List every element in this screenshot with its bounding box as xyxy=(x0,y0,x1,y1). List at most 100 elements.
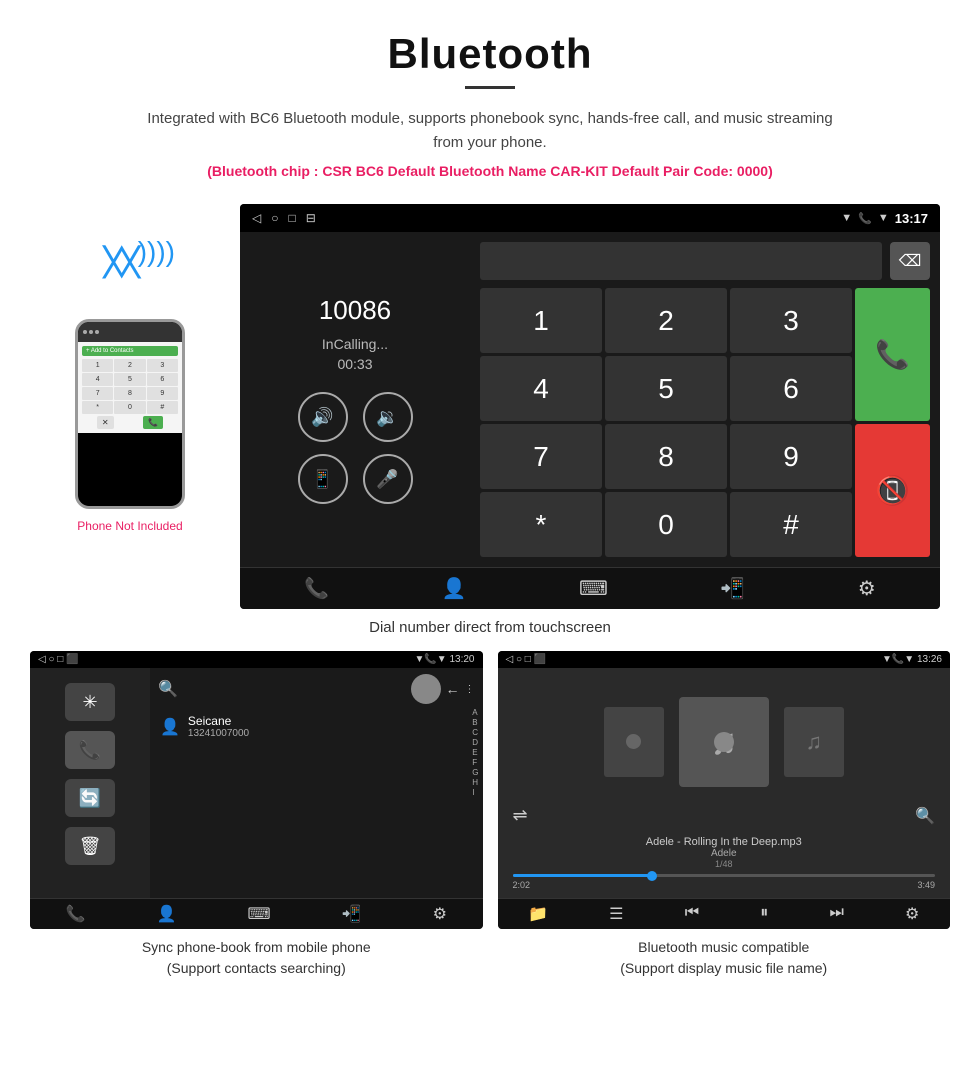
volume-up-btn[interactable]: 🔊 xyxy=(298,392,348,442)
call-nav-btn[interactable]: 📞 xyxy=(304,576,329,601)
page-description: Integrated with BC6 Bluetooth module, su… xyxy=(140,107,840,155)
pb-alpha-d[interactable]: D xyxy=(472,738,478,747)
pb-alpha-f[interactable]: F xyxy=(472,758,478,767)
pb-alpha-b[interactable]: B xyxy=(472,718,478,727)
dial-backspace-btn[interactable]: ⌫ xyxy=(890,242,930,280)
numpad-0[interactable]: 0 xyxy=(605,492,727,557)
bottom-screenshots: ◁ ○ □ ⬛ ▼📞▼ 13:20 ✳ 📞 🔄 🗑 🔍 xyxy=(0,651,980,979)
phonebook-caption-line1: Sync phone-book from mobile phone xyxy=(142,939,371,955)
numpad-cols: 1 2 3 4 5 6 7 8 9 * 0 # xyxy=(480,288,852,557)
settings-nav-btn[interactable]: ⚙ xyxy=(858,576,876,601)
music-progress-area: 2:02 3:49 xyxy=(498,874,951,898)
music-nav-eq-icon[interactable]: ⚙ xyxy=(905,904,919,924)
music-bottom-nav: 📁 ☰ ⏮ ⏸ ⏭ ⚙ xyxy=(498,898,951,929)
numpad-5[interactable]: 5 xyxy=(605,356,727,421)
music-nav-list-icon[interactable]: ☰ xyxy=(609,904,623,924)
pb-back-arrow[interactable]: ← xyxy=(446,681,460,697)
numpad-6[interactable]: 6 xyxy=(730,356,852,421)
page-header: Bluetooth Integrated with BC6 Bluetooth … xyxy=(0,0,980,204)
phonebook-screen: ◁ ○ □ ⬛ ▼📞▼ 13:20 ✳ 📞 🔄 🗑 🔍 xyxy=(30,651,483,929)
phone-mockup: + Add to Contacts 123 456 789 *0# ✕ 📞 xyxy=(75,319,185,509)
dial-input-field[interactable] xyxy=(480,242,882,280)
numpad-hash[interactable]: # xyxy=(730,492,852,557)
back-icon: ◁ xyxy=(252,211,261,225)
pb-alpha-h[interactable]: H xyxy=(472,778,478,787)
music-note-icon-right: ♫ xyxy=(806,729,823,755)
pb-delete-btn[interactable]: 🗑 xyxy=(65,827,115,865)
numpad-8[interactable]: 8 xyxy=(605,424,727,489)
numpad-3[interactable]: 3 xyxy=(730,288,852,353)
music-time-total: 3:49 xyxy=(917,880,935,890)
pb-nav-pad-icon[interactable]: ⌨ xyxy=(247,904,270,924)
recents-icon: □ xyxy=(288,211,295,225)
bluetooth-waves-icon: )))) xyxy=(138,236,175,268)
music-nav-prev-icon[interactable]: ⏮ xyxy=(685,904,699,924)
pb-alpha-e[interactable]: E xyxy=(472,748,478,757)
pb-alpha-c[interactable]: C xyxy=(472,728,478,737)
dial-bottom-nav: 📞 👤 ⌨ 📲 ⚙ xyxy=(240,567,940,609)
dial-timer: 00:33 xyxy=(337,356,372,372)
dial-left-panel: 10086 InCalling... 00:33 🔊 🔉 📱 🎤 xyxy=(240,232,470,567)
music-progress-bar[interactable] xyxy=(513,874,936,877)
pb-search-icon[interactable]: 🔍 xyxy=(158,679,178,699)
music-search-icon[interactable]: 🔍 xyxy=(915,806,935,826)
numpad-7[interactable]: 7 xyxy=(480,424,602,489)
pb-nav-contact-icon[interactable]: 👤 xyxy=(156,904,176,924)
pb-nav-icons: ◁ ○ □ ⬛ xyxy=(38,654,79,665)
pb-nav-settings-icon[interactable]: ⚙ xyxy=(433,904,447,924)
phone-screen-content: + Add to Contacts 123 456 789 *0# ✕ 📞 xyxy=(78,342,182,433)
music-nav-play-icon[interactable]: ⏸ xyxy=(760,904,768,924)
music-shuffle-icon[interactable]: ⇌ xyxy=(513,805,528,826)
pb-contact-number: 13241007000 xyxy=(188,728,473,739)
call-buttons: 📞 📵 xyxy=(855,288,930,557)
music-album-small-left xyxy=(604,707,664,777)
pb-nav-transfer-icon[interactable]: 📲 xyxy=(342,904,362,924)
pb-nav-call-icon[interactable]: 📞 xyxy=(66,904,86,924)
pb-sidebar: ✳ 📞 🔄 🗑 xyxy=(30,668,150,898)
pb-contact-row[interactable]: 👤 Seicane 13241007000 xyxy=(150,710,483,743)
pb-search-circle xyxy=(411,674,441,704)
music-album-main: ♫ xyxy=(679,697,769,787)
phone-contact-bar: + Add to Contacts xyxy=(82,346,178,356)
home-icon: ○ xyxy=(271,211,278,225)
dial-control-row-2: 📱 🎤 xyxy=(298,454,413,504)
music-time-row: 2:02 3:49 xyxy=(513,880,936,890)
pb-status-right: ▼📞▼ 13:20 xyxy=(414,654,474,665)
music-body: ♫ ♫ ⇌ 🔍 Adele - Rolling In the Deep.mp3 … xyxy=(498,668,951,898)
pb-contact-icon: 👤 xyxy=(160,717,180,737)
pb-bottom-nav: 📞 👤 ⌨ 📲 ⚙ xyxy=(30,898,483,929)
numpad-2[interactable]: 2 xyxy=(605,288,727,353)
pb-alpha-i[interactable]: I xyxy=(472,788,478,797)
music-album-area: ♫ ♫ xyxy=(498,668,951,805)
volume-down-btn[interactable]: 🔉 xyxy=(363,392,413,442)
pb-alpha-g[interactable]: G xyxy=(472,768,478,777)
music-nav-next-icon[interactable]: ⏭ xyxy=(829,904,843,924)
music-nav-folder-icon[interactable]: 📁 xyxy=(528,904,548,924)
phonebook-caption-line2: (Support contacts searching) xyxy=(167,960,346,976)
music-screenshot-wrap: ◁ ○ □ ⬛ ▼📞▼ 13:26 ♫ ♫ xyxy=(498,651,951,979)
numpad-star[interactable]: * xyxy=(480,492,602,557)
pb-alpha-a[interactable]: A xyxy=(472,708,478,717)
menu-icon: ⊟ xyxy=(306,211,316,225)
phone-bottom-row: ✕ 📞 xyxy=(82,416,178,429)
numpad-4[interactable]: 4 xyxy=(480,356,602,421)
numpad-9[interactable]: 9 xyxy=(730,424,852,489)
title-underline xyxy=(465,86,515,89)
end-call-btn[interactable]: 📵 xyxy=(855,424,930,557)
transfer-btn[interactable]: 📱 xyxy=(298,454,348,504)
mute-btn[interactable]: 🎤 xyxy=(363,454,413,504)
dial-control-row-1: 🔊 🔉 xyxy=(298,392,413,442)
phone-illustration: ⯵ )))) + Add to Contacts 123 456 789 *0# xyxy=(30,204,230,533)
pb-bluetooth-btn[interactable]: ✳ xyxy=(65,683,115,721)
transfer-nav-btn[interactable]: 📲 xyxy=(720,576,745,601)
contacts-nav-btn[interactable]: 👤 xyxy=(442,576,467,601)
numpad-1[interactable]: 1 xyxy=(480,288,602,353)
pb-call-btn[interactable]: 📞 xyxy=(65,731,115,769)
dialpad-nav-btn[interactable]: ⌨ xyxy=(579,576,608,601)
answer-call-btn[interactable]: 📞 xyxy=(855,288,930,421)
dial-input-row: ⌫ xyxy=(480,242,930,280)
dial-caption: Dial number direct from touchscreen xyxy=(0,619,980,636)
pb-status-bar: ◁ ○ □ ⬛ ▼📞▼ 13:20 xyxy=(30,651,483,668)
pb-search-row: 🔍 ← ⋮ xyxy=(150,668,483,710)
pb-sync-btn[interactable]: 🔄 xyxy=(65,779,115,817)
